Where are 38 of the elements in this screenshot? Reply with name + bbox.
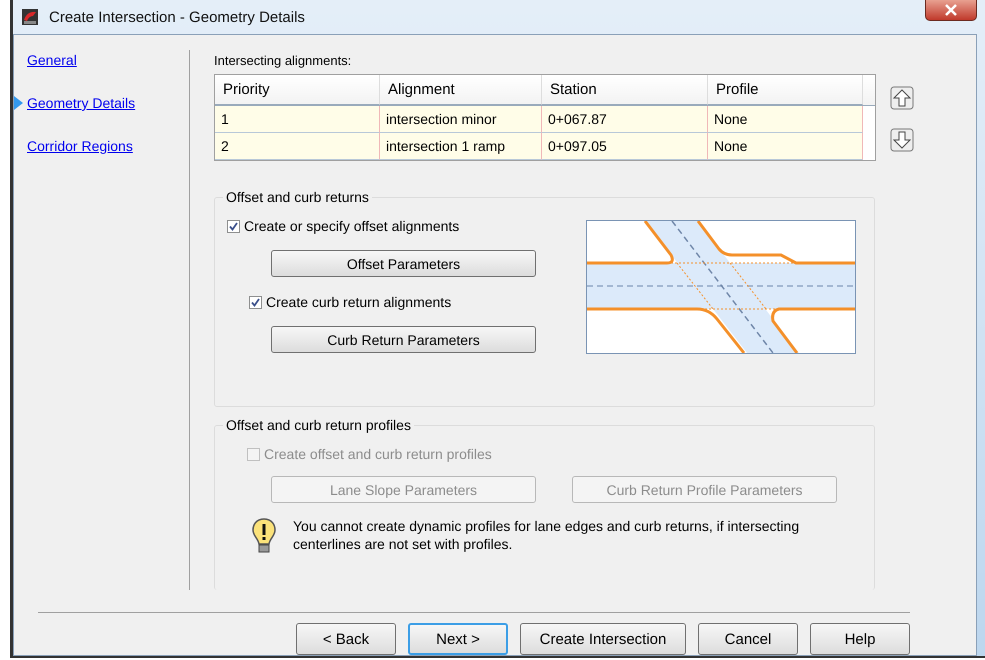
column-header[interactable]: Station: [542, 75, 708, 105]
checkbox-label: Create or specify offset alignments: [244, 218, 460, 234]
dialog-button[interactable]: Cancel: [698, 623, 798, 655]
step-link[interactable]: General: [27, 52, 77, 68]
checkbox[interactable]: [227, 220, 240, 232]
dialog-button[interactable]: Create Intersection: [520, 623, 686, 655]
table-cell: 0+097.05: [542, 133, 708, 160]
table-cell: intersection minor: [380, 106, 542, 133]
step-link[interactable]: Geometry Details: [27, 95, 136, 111]
app-icon: [21, 8, 39, 26]
step-link[interactable]: Corridor Regions: [27, 138, 133, 154]
checkbox[interactable]: [249, 296, 262, 308]
warning-message: You cannot create dynamic profiles for lane edges and curb returns, if intersecting centerlines are not set with profiles.: [293, 517, 800, 553]
table-cell: None: [708, 106, 863, 133]
column-header[interactable]: Alignment: [380, 75, 542, 105]
offset-parameters-button[interactable]: Offset Parameters: [271, 250, 536, 277]
checkbox-label: Create curb return alignments: [266, 294, 452, 310]
move-up-icon[interactable]: [890, 86, 914, 110]
move-down-icon[interactable]: [890, 128, 914, 152]
table-cell: intersection 1 ramp: [380, 133, 542, 160]
column-header[interactable]: Priority: [215, 75, 380, 105]
group-title: Offset and curb return profiles: [223, 417, 414, 433]
dialog-button[interactable]: Next >: [408, 623, 508, 655]
table-cell: None: [708, 133, 863, 160]
lightbulb-icon: [251, 517, 277, 555]
table-cell: 0+067.87: [542, 106, 708, 133]
close-icon: [944, 4, 958, 16]
checkbox-label: Create offset and curb return profiles: [264, 446, 492, 462]
dialog-button[interactable]: < Back: [296, 623, 396, 655]
table-label: Intersecting alignments:: [214, 53, 352, 68]
table-cell: 2: [215, 133, 380, 160]
column-header[interactable]: Profile: [708, 75, 863, 105]
close-button[interactable]: [925, 0, 977, 21]
dialog-button[interactable]: Help: [810, 623, 910, 655]
group-title: Offset and curb returns: [223, 189, 372, 205]
window-title: Create Intersection - Geometry Details: [49, 8, 305, 26]
curb-return-parameters-button[interactable]: Curb Return Parameters: [271, 326, 536, 353]
table-cell: 1: [215, 106, 380, 133]
